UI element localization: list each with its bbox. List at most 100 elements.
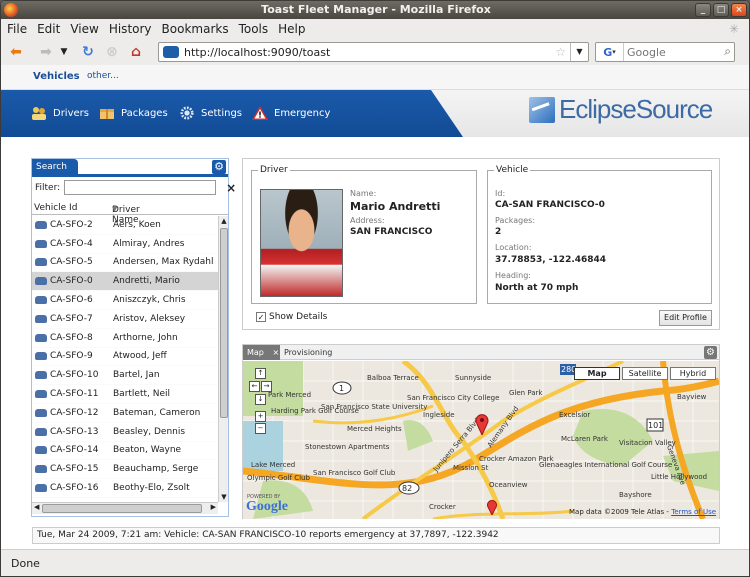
table-row[interactable]: CA-SFO-12 Bateman, Cameron [32,404,218,423]
vehicle-id-cell: CA-SFO-15 [50,464,99,475]
driver-name-cell: Beauchamp, Serge [113,464,199,475]
pan-down-icon[interactable]: ↓ [255,394,266,405]
tab-map[interactable]: Map × [243,345,280,360]
home-icon[interactable]: ⌂ [127,43,145,61]
vehicle-list: CA-SFO-2 Aers, Koen CA-SFO-4 Almiray, Andre… [32,216,218,502]
table-row[interactable]: CA-SFO-2 Aers, Koen [32,216,218,235]
table-row[interactable]: CA-SFO-8 Arthorne, John [32,329,218,348]
close-tab-icon[interactable]: × [272,348,279,357]
tab-search[interactable]: Search [32,159,78,175]
reload-icon[interactable]: ↻ [79,43,97,61]
menu-view[interactable]: View [70,22,98,36]
vehicle-id-cell: CA-SFO-7 [50,313,93,324]
marker-pin-icon[interactable] [487,499,497,515]
browser-window: Toast Fleet Manager - Mozilla Firefox _ … [0,0,750,577]
banner-settings[interactable]: Settings [179,106,242,120]
google-map[interactable]: 1 82 101 280 ↑ ← → ↓ + − Map Satellite H… [243,361,719,519]
tab-vehicles[interactable]: Vehicles [33,71,80,82]
table-row[interactable]: CA-SFO-11 Bartlett, Neil [32,385,218,404]
map-gear-icon[interactable]: ⚙ [704,346,717,359]
shield-label-82: 82 [402,484,412,493]
sort-arrow-icon: ▼ [112,205,118,213]
tab-provisioning[interactable]: Provisioning [284,345,332,360]
pan-left-icon[interactable]: ← [249,381,260,392]
history-dropdown-icon[interactable]: ▼ [55,43,73,61]
filter-input[interactable] [64,180,217,195]
map-label: Glenaeagles International Golf Course [539,461,673,469]
menu-tools[interactable]: Tools [239,22,269,36]
table-row[interactable]: CA-SFO-5 Andersen, Max Rydahl [32,254,218,273]
url-bar[interactable]: http://localhost:9090/toast ☆ ▼ [158,42,589,62]
stop-icon[interactable]: ⊗ [103,43,121,61]
table-row[interactable]: CA-SFO-10 Bartel, Jan [32,366,218,386]
search-input[interactable] [627,45,717,59]
pan-up-icon[interactable]: ↑ [255,368,266,379]
maximize-button[interactable]: □ [713,3,729,17]
driver-name-cell: Bartlett, Neil [113,389,171,400]
show-details-checkbox[interactable]: ✓ Show Details [256,312,327,322]
h-scroll-thumb[interactable] [42,504,202,513]
horizontal-scrollbar[interactable]: ◀ ▶ [32,502,218,514]
car-icon [35,484,47,493]
packages-label: Packages: [495,216,536,225]
bookmark-star-icon[interactable]: ☆ [555,45,566,59]
menu-bookmarks[interactable]: Bookmarks [162,22,229,36]
map-label: Mission St [453,464,489,472]
car-icon [35,258,47,267]
heading-label: Heading: [495,271,531,280]
location-label: Location: [495,243,532,252]
tab-other[interactable]: other... [87,71,119,81]
zoom-out-icon[interactable]: − [255,423,266,434]
forward-arrow-icon[interactable]: ➡ [37,43,55,61]
scroll-thumb[interactable] [220,228,228,418]
driver-name-cell: Andretti, Mario [113,276,180,287]
search-icon[interactable]: ⌕ [724,44,731,59]
menu-history[interactable]: History [109,22,152,36]
map-label: Oceanview [489,481,528,489]
menu-file[interactable]: File [7,22,27,36]
checkbox-checked-icon[interactable]: ✓ [256,312,266,322]
table-row[interactable]: CA-SFO-14 Beaton, Wayne [32,442,218,461]
search-bar[interactable]: G▾ ⌕ [595,42,735,62]
table-row[interactable]: CA-SFO-4 Almiray, Andres [32,235,218,254]
scroll-right-icon[interactable]: ▶ [211,503,216,511]
search-engine-icon[interactable]: G ▾ [596,43,624,61]
map-label: Crocker [429,503,456,511]
table-row[interactable]: CA-SFO-16 Beothy-Elo, Zsolt [32,479,218,498]
table-row[interactable]: CA-SFO-7 Aristov, Aleksey [32,310,218,329]
url-dropdown-icon[interactable]: ▼ [570,43,588,61]
scroll-down-icon[interactable]: ▼ [219,492,229,502]
filter-label: Filter: [35,182,61,193]
close-window-button[interactable]: × [731,3,747,17]
back-arrow-icon[interactable]: ⬅ [7,43,25,61]
clear-filter-icon[interactable]: × [226,181,236,195]
table-row[interactable]: CA-SFO-6 Aniszczyk, Chris [32,291,218,310]
vertical-scrollbar[interactable]: ▲ ▼ [218,216,228,502]
col-vehicle-id[interactable]: Vehicle Id [34,203,77,213]
panel-gear-icon[interactable]: ⚙ [212,160,226,174]
banner-packages[interactable]: Packages [99,106,168,120]
minimize-button[interactable]: _ [695,3,711,17]
banner-emergency[interactable]: Emergency [252,106,330,120]
map-type-satellite-button[interactable]: Satellite [622,367,668,380]
table-row[interactable]: CA-SFO-0 Andretti, Mario [32,272,218,292]
banner-drivers[interactable]: Drivers [31,106,89,120]
table-row[interactable]: CA-SFO-9 Atwood, Jeff [32,348,218,367]
map-label: Olympic Golf Club [247,474,310,482]
driver-name-cell: Aristov, Aleksey [113,313,186,324]
terms-link[interactable]: Terms of Use [671,508,716,516]
filter-row: Filter: × [35,180,236,195]
menu-edit[interactable]: Edit [37,22,60,36]
scroll-left-icon[interactable]: ◀ [34,503,39,511]
scroll-up-icon[interactable]: ▲ [219,216,229,226]
menu-help[interactable]: Help [278,22,305,36]
vehicle-marker-pin-icon[interactable] [475,413,489,435]
map-type-map-button[interactable]: Map [574,367,620,380]
map-label: Ingleside [423,411,455,419]
app-top-tabs: Vehicles other... [1,65,749,90]
map-type-hybrid-button[interactable]: Hybrid [670,367,716,380]
table-row[interactable]: CA-SFO-13 Beasley, Dennis [32,423,218,442]
edit-profile-button[interactable]: Edit Profile [659,310,712,326]
table-row[interactable]: CA-SFO-15 Beauchamp, Serge [32,460,218,480]
zoom-in-icon[interactable]: + [255,411,266,422]
